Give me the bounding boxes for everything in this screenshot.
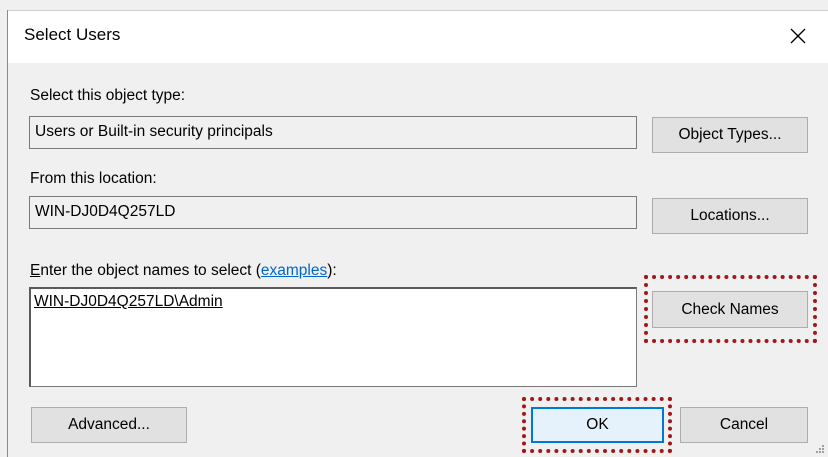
select-users-dialog: Select Users Select this object type: Us… xyxy=(0,0,828,457)
object-name-entry: WIN-DJ0D4Q257LD\Admin xyxy=(34,293,223,310)
object-names-input[interactable]: WIN-DJ0D4Q257LD\Admin xyxy=(29,287,637,387)
location-value: WIN-DJ0D4Q257LD xyxy=(35,203,176,220)
close-button[interactable] xyxy=(778,17,818,55)
object-type-label: Select this object type: xyxy=(30,87,186,104)
object-type-field: Users or Built-in security principals xyxy=(29,116,637,149)
mnemonic-e: E xyxy=(30,262,41,279)
object-type-value: Users or Built-in security principals xyxy=(35,123,273,140)
title-bar: Select Users xyxy=(8,10,828,63)
object-names-label: Enter the object names to select (exampl… xyxy=(30,262,337,280)
ok-button[interactable]: OK xyxy=(531,407,664,443)
check-names-button[interactable]: Check Names xyxy=(652,291,808,328)
locations-button[interactable]: Locations... xyxy=(652,198,808,234)
examples-link[interactable]: examples xyxy=(261,262,327,279)
advanced-button[interactable]: Advanced... xyxy=(31,407,187,443)
cancel-button[interactable]: Cancel xyxy=(680,407,808,443)
location-label: From this location: xyxy=(30,170,157,187)
object-names-label-text: nter the object names to select ( xyxy=(40,262,261,279)
dialog-title: Select Users xyxy=(24,25,121,44)
close-icon xyxy=(790,28,806,44)
resize-grip-icon[interactable] xyxy=(815,444,825,454)
object-names-label-end: ): xyxy=(327,262,337,279)
window-edge xyxy=(7,10,8,457)
location-field: WIN-DJ0D4Q257LD xyxy=(29,196,637,229)
object-types-button[interactable]: Object Types... xyxy=(652,117,808,153)
